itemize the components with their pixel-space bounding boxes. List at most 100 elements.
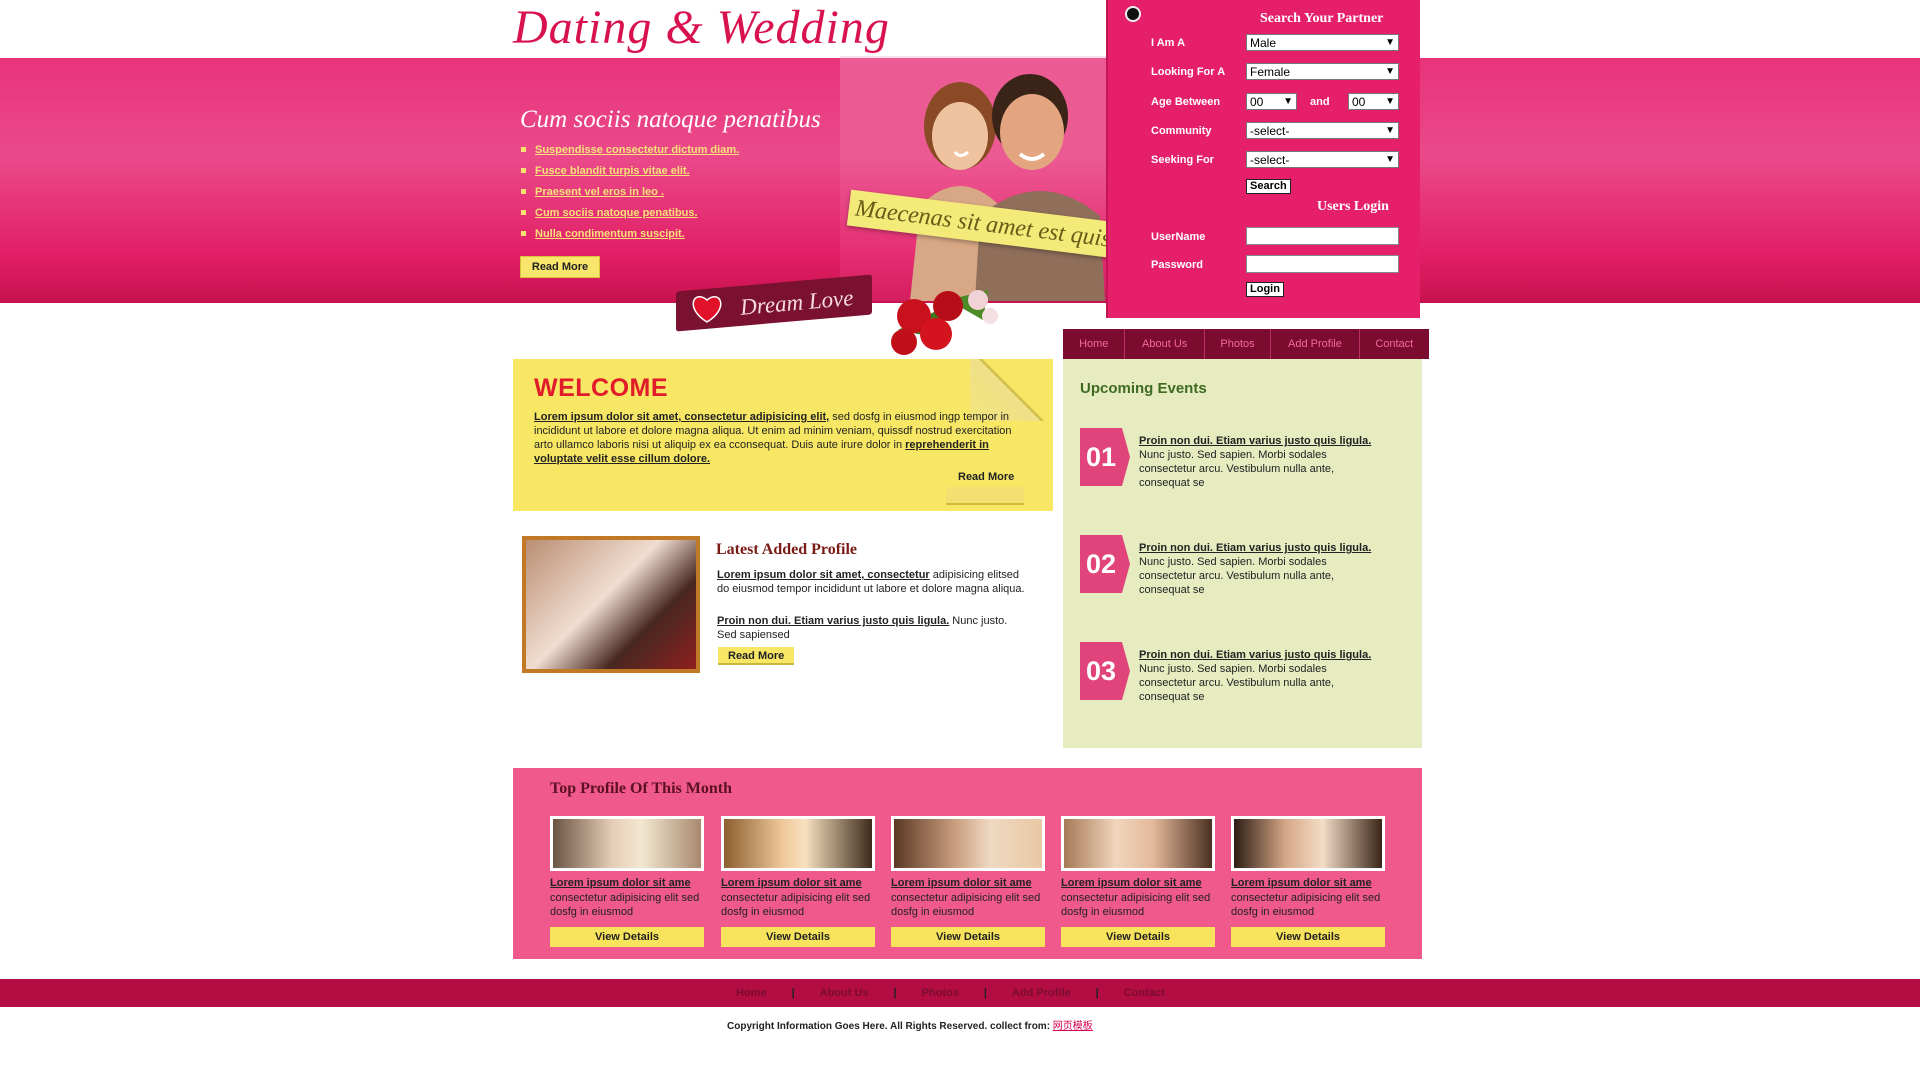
footer-nav-photos[interactable]: Photos xyxy=(922,979,959,1007)
hero-link[interactable]: Fusce blandit turpis vitae elit. xyxy=(535,165,690,177)
view-details-button[interactable]: View Details xyxy=(1231,927,1385,947)
username-input[interactable] xyxy=(1246,227,1399,245)
age-label: Age Between xyxy=(1151,96,1221,108)
nav-photos[interactable]: Photos xyxy=(1205,329,1272,359)
footer-nav-add-profile[interactable]: Add Profile xyxy=(1012,979,1071,1007)
chevron-down-icon: ▼ xyxy=(1385,154,1395,165)
chevron-down-icon: ▼ xyxy=(1385,125,1395,136)
latest-profile-text-2: Proin non dui. Etiam varius justo quis l… xyxy=(717,614,1029,642)
event-item: Proin non dui. Etiam varius justo quis l… xyxy=(1139,541,1384,597)
event-link[interactable]: Proin non dui. Etiam varius justo quis l… xyxy=(1139,435,1371,447)
hero-link[interactable]: Suspendisse consectetur dictum diam. xyxy=(535,144,739,156)
profile-card-desc: consectetur adipisicing elit sed dosfg i… xyxy=(891,892,1041,918)
event-link[interactable]: Proin non dui. Etiam varius justo quis l… xyxy=(1139,649,1371,661)
hero-link[interactable]: Cum sociis natoque penatibus. xyxy=(535,207,698,219)
hero-list-item: Suspendisse consectetur dictum diam. xyxy=(520,141,739,162)
community-select-value: -select- xyxy=(1250,124,1290,138)
latest-profile-link[interactable]: Lorem ipsum dolor sit amet, consectetur xyxy=(717,569,930,581)
hero-list-item: Fusce blandit turpis vitae elit. xyxy=(520,162,739,183)
latest-profile-photo-frame xyxy=(522,536,700,673)
profile-thumbnail[interactable] xyxy=(721,816,875,871)
event-desc: Nunc justo. Sed sapien. Morbi sodales co… xyxy=(1139,663,1335,703)
hero-list-item: Cum sociis natoque penatibus. xyxy=(520,204,739,225)
footer-nav-separator: | xyxy=(893,987,897,999)
login-button[interactable]: Login xyxy=(1246,282,1284,297)
footer-nav-contact[interactable]: Contact xyxy=(1124,979,1165,1007)
looking-for-label: Looking For A xyxy=(1151,66,1226,78)
profile-card-title[interactable]: Lorem ipsum dolor sit ame xyxy=(721,877,862,889)
age-and-label: and xyxy=(1310,96,1330,108)
footer-nav-separator: | xyxy=(983,987,987,999)
events-title: Upcoming Events xyxy=(1080,380,1207,397)
age-from-select[interactable]: 00 ▼ xyxy=(1246,93,1297,110)
looking-for-select[interactable]: Female ▼ xyxy=(1246,63,1399,80)
seeking-for-select[interactable]: -select- ▼ xyxy=(1246,151,1399,168)
password-label: Password xyxy=(1151,259,1203,271)
heart-icon xyxy=(692,295,722,323)
profile-card-desc: consectetur adipisicing elit sed dosfg i… xyxy=(1231,892,1381,918)
event-item: Proin non dui. Etiam varius justo quis l… xyxy=(1139,648,1384,704)
welcome-title: WELCOME xyxy=(534,374,669,402)
pin-icon xyxy=(1125,6,1141,22)
view-details-button[interactable]: View Details xyxy=(550,927,704,947)
profile-card-title[interactable]: Lorem ipsum dolor sit ame xyxy=(550,877,691,889)
latest-profile-link-2[interactable]: Proin non dui. Etiam varius justo quis l… xyxy=(717,615,949,627)
view-details-button[interactable]: View Details xyxy=(1061,927,1215,947)
hero-heading: Cum sociis natoque penatibus xyxy=(520,106,821,133)
latest-profile-read-more-button[interactable]: Read More xyxy=(718,647,794,665)
roses-icon xyxy=(891,290,998,355)
site-logo[interactable]: Dating & Wedding xyxy=(513,0,890,55)
footer-nav-home[interactable]: Home xyxy=(736,979,767,1007)
password-input[interactable] xyxy=(1246,255,1399,273)
search-button[interactable]: Search xyxy=(1246,179,1291,194)
search-panel: Search Your Partner I Am A Male ▼ Lookin… xyxy=(1108,0,1420,318)
nav-about-us[interactable]: About Us xyxy=(1125,329,1205,359)
latest-profile-photo[interactable] xyxy=(526,540,696,669)
nav-contact[interactable]: Contact xyxy=(1360,329,1429,359)
event-number-badge: 02 xyxy=(1080,535,1130,593)
event-desc: Nunc justo. Sed sapien. Morbi sodales co… xyxy=(1139,556,1335,596)
i-am-select-value: Male xyxy=(1250,36,1277,50)
profile-thumbnail[interactable] xyxy=(550,816,704,871)
view-details-button[interactable]: View Details xyxy=(721,927,875,947)
welcome-lead-link[interactable]: Lorem ipsum dolor sit amet, consectetur … xyxy=(534,411,829,423)
age-to-select[interactable]: 00 ▼ xyxy=(1348,93,1399,110)
hero-link[interactable]: Nulla condimentum suscipit. xyxy=(535,228,685,240)
community-select[interactable]: -select- ▼ xyxy=(1246,122,1399,139)
event-number-badge: 03 xyxy=(1080,642,1130,700)
chevron-down-icon: ▼ xyxy=(1385,66,1395,77)
footer-nav-separator: | xyxy=(1095,987,1099,999)
welcome-read-more-button[interactable]: Read More xyxy=(958,471,1014,483)
copyright-link[interactable]: 网页模板 xyxy=(1053,1021,1093,1032)
footer-nav-about-us[interactable]: About Us xyxy=(820,979,869,1007)
community-label: Community xyxy=(1151,125,1212,137)
i-am-select[interactable]: Male ▼ xyxy=(1246,34,1399,51)
profile-card-title[interactable]: Lorem ipsum dolor sit ame xyxy=(1061,877,1202,889)
hero-link[interactable]: Praesent vel eros in leo . xyxy=(535,186,664,198)
profile-thumbnail[interactable] xyxy=(1231,816,1385,871)
nav-home[interactable]: Home xyxy=(1063,329,1126,359)
seeking-for-label: Seeking For xyxy=(1151,154,1214,166)
footer-nav: Home | About Us | Photos | Add Profile | Con… xyxy=(736,979,1165,1007)
view-details-button[interactable]: View Details xyxy=(891,927,1045,947)
copyright-text: Copyright Information Goes Here. All Rig… xyxy=(727,1021,1053,1032)
username-label: UserName xyxy=(1151,231,1206,243)
nav-add-profile[interactable]: Add Profile xyxy=(1271,329,1360,359)
event-item: Proin non dui. Etiam varius justo quis l… xyxy=(1139,434,1384,490)
search-title: Search Your Partner xyxy=(1260,11,1384,26)
profile-card-title[interactable]: Lorem ipsum dolor sit ame xyxy=(891,877,1032,889)
profile-thumbnail[interactable] xyxy=(1061,816,1215,871)
profile-card-title[interactable]: Lorem ipsum dolor sit ame xyxy=(1231,877,1372,889)
event-link[interactable]: Proin non dui. Etiam varius justo quis l… xyxy=(1139,542,1371,554)
hero-link-list: Suspendisse consectetur dictum diam. Fus… xyxy=(520,141,739,246)
profile-thumbnail[interactable] xyxy=(891,816,1045,871)
looking-for-select-value: Female xyxy=(1250,65,1291,79)
latest-profile-title: Latest Added Profile xyxy=(716,541,858,558)
welcome-read-more-bar xyxy=(946,487,1024,505)
hero-list-item: Praesent vel eros in leo . xyxy=(520,183,739,204)
seeking-for-select-value: -select- xyxy=(1250,153,1290,167)
main-nav: Home About Us Photos Add Profile Contact xyxy=(1063,329,1429,359)
chevron-down-icon: ▼ xyxy=(1385,96,1395,107)
profile-card-desc: consectetur adipisicing elit sed dosfg i… xyxy=(721,892,871,918)
hero-read-more-button[interactable]: Read More xyxy=(520,256,600,278)
